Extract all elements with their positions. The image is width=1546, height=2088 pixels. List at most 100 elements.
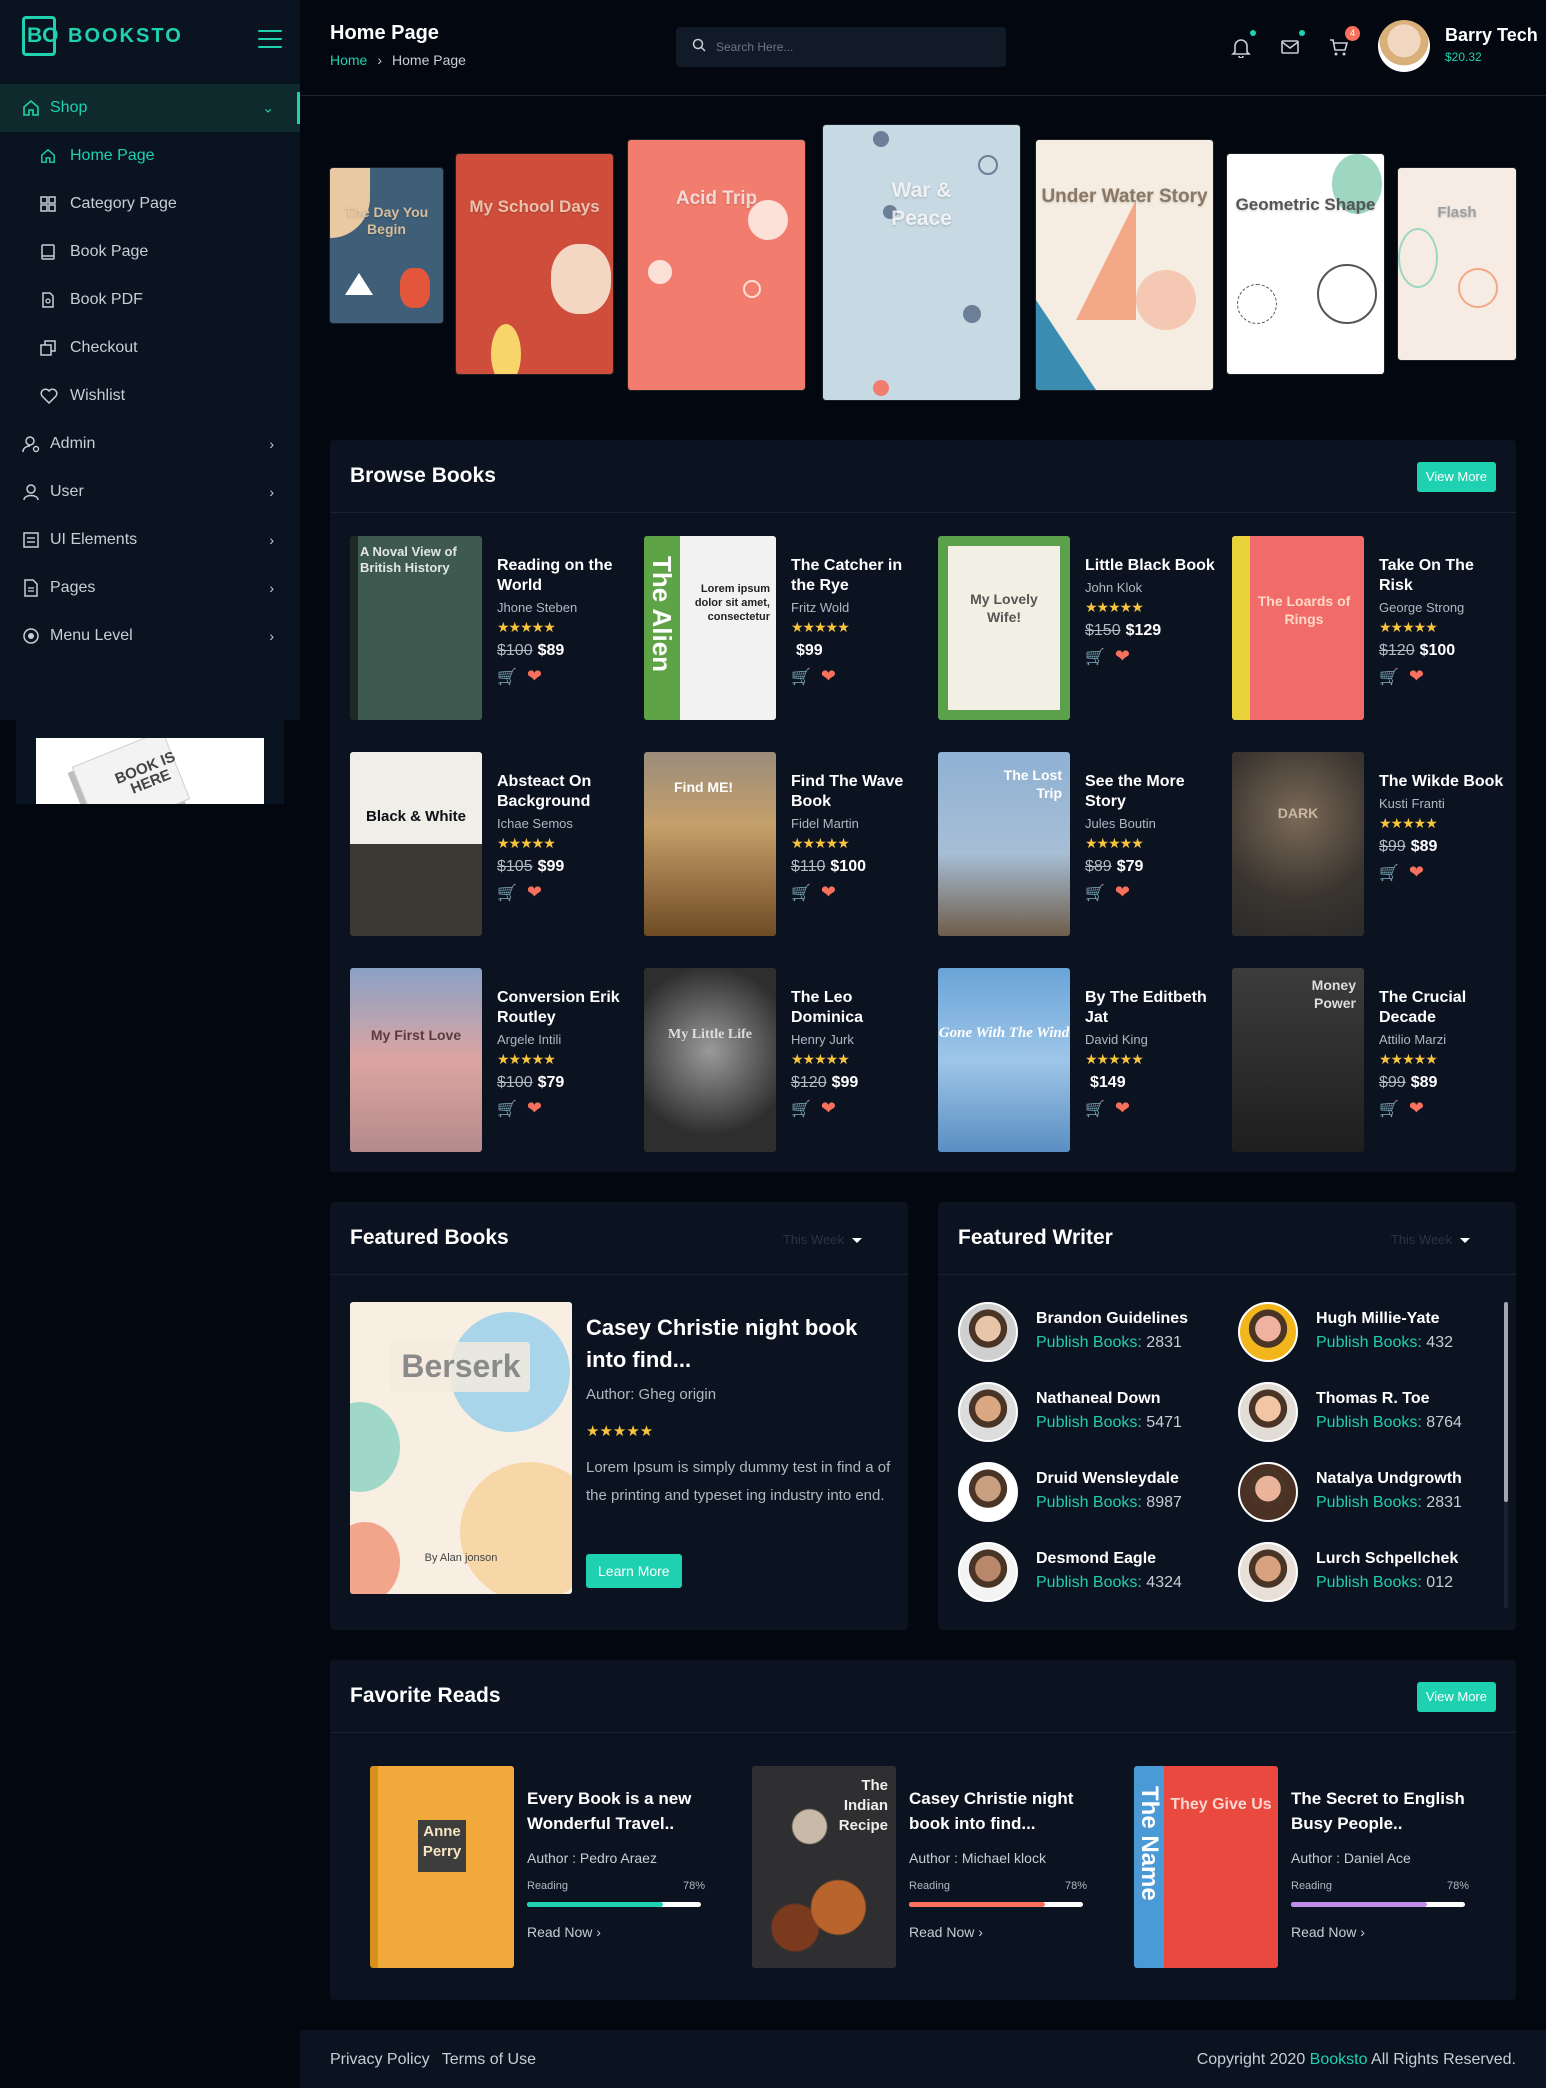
writer-name[interactable]: Nathaneal Down: [1036, 1390, 1160, 1408]
period-dropdown[interactable]: This Week: [1391, 1232, 1470, 1247]
book-cover[interactable]: My First Love: [350, 968, 482, 1152]
menu-toggle-icon[interactable]: [258, 30, 282, 54]
sidebar-sub-book-page[interactable]: Book Page: [0, 228, 300, 276]
avatar[interactable]: [958, 1302, 1018, 1362]
book-card[interactable]: The Alien Lorem ipsum dolor sit amet, con…: [644, 536, 924, 722]
scrollbar-thumb[interactable]: [1504, 1302, 1508, 1502]
book-cover[interactable]: The Alien Lorem ipsum dolor sit amet, con…: [644, 536, 776, 720]
book-cover[interactable]: DARK: [1232, 752, 1364, 936]
sidebar-sub-checkout[interactable]: Checkout: [0, 324, 300, 372]
favorite-item[interactable]: The Name They Give Us The Secret to Englis…: [1134, 1766, 1474, 1986]
sidebar-item-ui-elements[interactable]: UI Elements ›: [0, 516, 300, 564]
avatar[interactable]: [958, 1542, 1018, 1602]
writer-item[interactable]: Desmond Eagle Publish Books: 4324: [958, 1542, 1208, 1604]
sidebar-item-menu-level[interactable]: Menu Level ›: [0, 612, 300, 660]
book-card[interactable]: My Little Life The Leo Dominica Henry Jurk…: [644, 968, 924, 1154]
wishlist-heart-icon[interactable]: ❤: [1115, 1098, 1130, 1119]
book-cover[interactable]: The Lost Trip: [938, 752, 1070, 936]
avatar[interactable]: [1238, 1382, 1298, 1442]
favorite-item[interactable]: The Indian Recipe Casey Christie night bo…: [752, 1766, 1092, 1986]
book-title[interactable]: Every Book is a new Wonderful Travel..: [527, 1786, 707, 1836]
writer-name[interactable]: Hugh Millie-Yate: [1316, 1310, 1440, 1328]
wishlist-heart-icon[interactable]: ❤: [527, 666, 542, 687]
featured-book-title[interactable]: Casey Christie night book into find...: [586, 1312, 896, 1376]
privacy-policy-link[interactable]: Privacy Policy: [330, 2051, 430, 2068]
book-title[interactable]: The Catcher in the Rye: [791, 556, 921, 596]
view-more-button[interactable]: View More: [1416, 1682, 1496, 1712]
book-card[interactable]: Find ME! Find The Wave Book Fidel Martin ★★…: [644, 752, 924, 938]
book-title[interactable]: The Wikde Book: [1379, 772, 1509, 792]
sidebar-item-user[interactable]: User ›: [0, 468, 300, 516]
wishlist-heart-icon[interactable]: ❤: [1409, 862, 1424, 883]
carousel-book[interactable]: Geometric Shape: [1227, 154, 1384, 374]
book-title[interactable]: The Secret to English Busy People..: [1291, 1786, 1471, 1836]
carousel-book[interactable]: War & Peace: [823, 125, 1020, 400]
book-cover[interactable]: Black & White: [350, 752, 482, 936]
book-title[interactable]: See the More Story: [1085, 772, 1215, 812]
book-title[interactable]: Conversion Erik Routley: [497, 988, 627, 1028]
book-cover[interactable]: A Noval View of British History: [350, 536, 482, 720]
book-title[interactable]: The Crucial Decade: [1379, 988, 1509, 1028]
wishlist-heart-icon[interactable]: ❤: [821, 882, 836, 903]
wishlist-heart-icon[interactable]: ❤: [1409, 666, 1424, 687]
writer-name[interactable]: Thomas R. Toe: [1316, 1390, 1430, 1408]
view-more-button[interactable]: View More: [1416, 462, 1496, 492]
sidebar-sub-book-pdf[interactable]: Book PDF: [0, 276, 300, 324]
carousel-book[interactable]: Under Water Story: [1036, 140, 1213, 390]
read-now-link[interactable]: Read Now ›: [527, 1924, 601, 1940]
book-cover[interactable]: Anne Perry: [370, 1766, 514, 1968]
book-title[interactable]: Find The Wave Book: [791, 772, 921, 812]
wishlist-heart-icon[interactable]: ❤: [1115, 882, 1130, 903]
cart-button[interactable]: 4: [1328, 26, 1360, 58]
carousel-book[interactable]: Acid Trip: [628, 140, 805, 390]
wishlist-heart-icon[interactable]: ❤: [527, 882, 542, 903]
book-cover[interactable]: Gone With The Wind: [938, 968, 1070, 1152]
wishlist-heart-icon[interactable]: ❤: [821, 1098, 836, 1119]
writer-item[interactable]: Nathaneal Down Publish Books: 5471: [958, 1382, 1208, 1444]
add-to-cart-icon[interactable]: 🛒: [1379, 667, 1399, 687]
read-now-link[interactable]: Read Now ›: [1291, 1924, 1365, 1940]
sidebar-item-admin[interactable]: Admin ›: [0, 420, 300, 468]
avatar[interactable]: [958, 1382, 1018, 1442]
featured-book-cover[interactable]: Berserk By Alan jonson: [350, 1302, 572, 1594]
copyright-brand-link[interactable]: Booksto: [1310, 2051, 1368, 2068]
book-title[interactable]: Take On The Risk: [1379, 556, 1509, 596]
book-cover[interactable]: The Name They Give Us: [1134, 1766, 1278, 1968]
book-card[interactable]: My First Love Conversion Erik Routley Arge…: [350, 968, 630, 1154]
wishlist-heart-icon[interactable]: ❤: [1115, 646, 1130, 667]
wishlist-heart-icon[interactable]: ❤: [527, 1098, 542, 1119]
writer-name[interactable]: Brandon Guidelines: [1036, 1310, 1188, 1328]
sidebar-sub-wishlist[interactable]: Wishlist: [0, 372, 300, 420]
wishlist-heart-icon[interactable]: ❤: [1409, 1098, 1424, 1119]
book-card[interactable]: Black & White Absteact On Background Ichae…: [350, 752, 630, 938]
writer-item[interactable]: Natalya Undgrowth Publish Books: 2831: [1238, 1462, 1488, 1524]
writer-name[interactable]: Desmond Eagle: [1036, 1550, 1156, 1568]
carousel-book[interactable]: The Day You Begin: [330, 168, 443, 323]
avatar[interactable]: [1238, 1302, 1298, 1362]
book-title[interactable]: Casey Christie night book into find...: [909, 1786, 1089, 1836]
book-title[interactable]: Reading on the World: [497, 556, 627, 596]
writer-name[interactable]: Natalya Undgrowth: [1316, 1470, 1462, 1488]
search-input[interactable]: [716, 40, 996, 54]
writer-item[interactable]: Druid Wensleydale Publish Books: 8987: [958, 1462, 1208, 1524]
breadcrumb-home-link[interactable]: Home: [330, 52, 367, 68]
sidebar-sub-home-page[interactable]: Home Page: [0, 132, 300, 180]
book-title[interactable]: The Leo Dominica: [791, 988, 921, 1028]
add-to-cart-icon[interactable]: 🛒: [1379, 863, 1399, 883]
logo[interactable]: BO BOOKSTO: [22, 16, 183, 56]
sidebar-sub-category-page[interactable]: Category Page: [0, 180, 300, 228]
notification-bell[interactable]: [1230, 30, 1256, 59]
book-card[interactable]: Gone With The Wind By The Editbeth Jat Dav…: [938, 968, 1218, 1154]
book-cover[interactable]: Money Power: [1232, 968, 1364, 1152]
carousel-book[interactable]: My School Days: [456, 154, 613, 374]
avatar[interactable]: [1238, 1462, 1298, 1522]
avatar[interactable]: [1238, 1542, 1298, 1602]
book-cover[interactable]: My Lovely Wife!: [938, 536, 1070, 720]
read-now-link[interactable]: Read Now ›: [909, 1924, 983, 1940]
writer-name[interactable]: Lurch Schpellchek: [1316, 1550, 1458, 1568]
writer-item[interactable]: Hugh Millie-Yate Publish Books: 432: [1238, 1302, 1488, 1364]
add-to-cart-icon[interactable]: 🛒: [791, 667, 811, 687]
book-cover[interactable]: The Loards of Rings: [1232, 536, 1364, 720]
add-to-cart-icon[interactable]: 🛒: [1085, 883, 1105, 903]
sidebar-ad[interactable]: BOOK IS HERE: [16, 720, 284, 804]
